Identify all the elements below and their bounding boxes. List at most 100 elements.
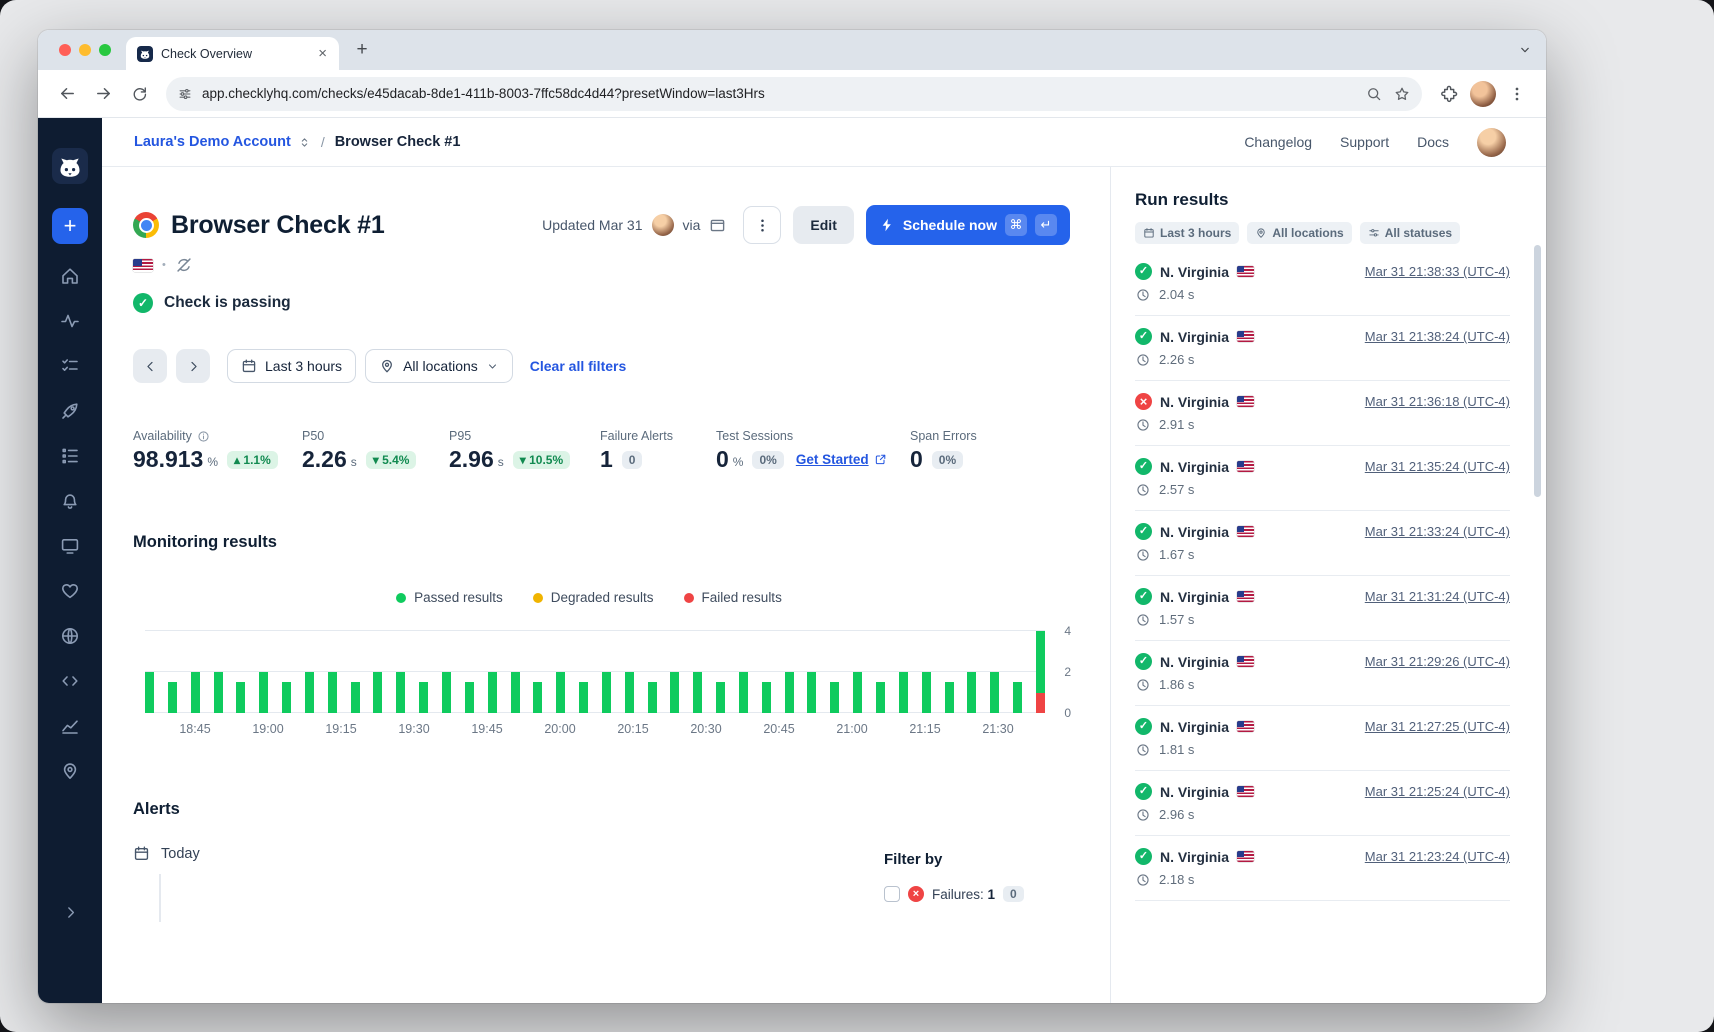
info-icon[interactable] [197,430,210,443]
run-result-row[interactable]: ✓N. VirginiaMar 31 21:33:24 (UTC-4)1.67 … [1135,511,1510,576]
run-timestamp-link[interactable]: Mar 31 21:33:24 (UTC-4) [1365,524,1510,539]
result-bar[interactable] [556,631,565,713]
run-result-row[interactable]: ✓N. VirginiaMar 31 21:25:24 (UTC-4)2.96 … [1135,771,1510,836]
result-bar[interactable] [191,631,200,713]
user-avatar[interactable] [1477,128,1506,157]
result-bar[interactable] [214,631,223,713]
run-result-row[interactable]: ✓N. VirginiaMar 31 21:29:26 (UTC-4)1.86 … [1135,641,1510,706]
run-timestamp-link[interactable]: Mar 31 21:35:24 (UTC-4) [1365,459,1510,474]
browser-tab[interactable]: Check Overview × [126,37,339,70]
new-tab-button[interactable]: + [349,37,375,63]
edit-button[interactable]: Edit [793,206,853,244]
close-tab-icon[interactable]: × [314,44,331,63]
more-actions-button[interactable] [743,206,781,244]
fullscreen-window-button[interactable] [99,44,111,56]
run-timestamp-link[interactable]: Mar 31 21:29:26 (UTC-4) [1365,654,1510,669]
result-bar[interactable] [396,631,405,713]
result-bar[interactable] [967,631,976,713]
sidebar-item-rocket-icon[interactable] [60,401,80,421]
run-result-row[interactable]: ×N. VirginiaMar 31 21:36:18 (UTC-4)2.91 … [1135,381,1510,446]
result-bar[interactable] [990,631,999,713]
zoom-icon[interactable] [1366,86,1382,102]
run-result-row[interactable]: ✓N. VirginiaMar 31 21:23:24 (UTC-4)2.18 … [1135,836,1510,901]
failures-checkbox[interactable] [884,886,900,902]
result-bar[interactable] [1036,631,1045,713]
result-bar[interactable] [807,631,816,713]
result-bar[interactable] [465,631,474,713]
run-result-row[interactable]: ✓N. VirginiaMar 31 21:27:25 (UTC-4)1.81 … [1135,706,1510,771]
sidebar-item-home-icon[interactable] [60,266,80,286]
result-bar[interactable] [373,631,382,713]
nav-changelog[interactable]: Changelog [1244,134,1312,150]
minimize-window-button[interactable] [79,44,91,56]
next-window-button[interactable] [176,349,210,383]
result-bar[interactable] [579,631,588,713]
run-result-row[interactable]: ✓N. VirginiaMar 31 21:38:24 (UTC-4)2.26 … [1135,316,1510,381]
result-bar[interactable] [876,631,885,713]
browser-profile-avatar[interactable] [1470,81,1496,107]
result-bar[interactable] [442,631,451,713]
nav-support[interactable]: Support [1340,134,1389,150]
result-bar[interactable] [830,631,839,713]
site-settings-icon[interactable] [178,87,192,101]
result-bar[interactable] [488,631,497,713]
result-bar[interactable] [716,631,725,713]
schedule-now-button[interactable]: Schedule now ⌘ ↵ [866,205,1070,245]
close-window-button[interactable] [59,44,71,56]
run-result-row[interactable]: ✓N. VirginiaMar 31 21:31:24 (UTC-4)1.57 … [1135,576,1510,641]
run-timestamp-link[interactable]: Mar 31 21:38:24 (UTC-4) [1365,329,1510,344]
time-range-filter[interactable]: Last 3 hours [227,349,356,383]
run-timestamp-link[interactable]: Mar 31 21:36:18 (UTC-4) [1365,394,1510,409]
sidebar-item-location-icon[interactable] [60,761,80,781]
run-result-row[interactable]: ✓N. VirginiaMar 31 21:35:24 (UTC-4)2.57 … [1135,446,1510,511]
result-bar[interactable] [762,631,771,713]
result-bar[interactable] [419,631,428,713]
result-bar[interactable] [648,631,657,713]
result-bar[interactable] [236,631,245,713]
result-bar[interactable] [602,631,611,713]
run-timestamp-link[interactable]: Mar 31 21:38:33 (UTC-4) [1365,264,1510,279]
result-bar[interactable] [739,631,748,713]
result-bar[interactable] [922,631,931,713]
sidebar-item-code-icon[interactable] [60,671,80,691]
failures-filter-row[interactable]: × Failures: 1 0 [884,886,1070,902]
result-bar[interactable] [899,631,908,713]
forward-button[interactable] [88,79,118,109]
result-bar[interactable] [511,631,520,713]
result-bar[interactable] [328,631,337,713]
panel-scrollbar-thumb[interactable] [1534,245,1541,497]
clear-filters-link[interactable]: Clear all filters [530,358,627,374]
run-timestamp-link[interactable]: Mar 31 21:31:24 (UTC-4) [1365,589,1510,604]
extensions-icon[interactable] [1434,79,1464,109]
sidebar-item-checklist-icon[interactable] [60,356,80,376]
sidebar-item-heartbeat-icon[interactable] [60,581,80,601]
result-bar[interactable] [693,631,702,713]
reload-button[interactable] [124,79,154,109]
bookmark-star-icon[interactable] [1394,86,1410,102]
sidebar-item-list-icon[interactable] [60,446,80,466]
run-timestamp-link[interactable]: Mar 31 21:23:24 (UTC-4) [1365,849,1510,864]
result-bar[interactable] [145,631,154,713]
result-bar[interactable] [305,631,314,713]
run-timestamp-link[interactable]: Mar 31 21:25:24 (UTC-4) [1365,784,1510,799]
result-bar[interactable] [785,631,794,713]
result-bar[interactable] [1013,631,1022,713]
sidebar-item-chart-icon[interactable] [60,716,80,736]
browser-menu-icon[interactable] [1502,79,1532,109]
checkly-logo[interactable] [52,148,88,184]
sidebar-expand-icon[interactable] [62,904,79,921]
result-bar[interactable] [259,631,268,713]
run-timestamp-link[interactable]: Mar 31 21:27:25 (UTC-4) [1365,719,1510,734]
address-bar[interactable]: app.checklyhq.com/checks/e45dacab-8de1-4… [166,77,1422,111]
tab-list-chevron-icon[interactable] [1518,43,1532,57]
result-bar[interactable] [625,631,634,713]
sidebar-item-activity-icon[interactable] [60,311,80,331]
sidebar-item-bell-icon[interactable] [60,491,80,511]
nav-docs[interactable]: Docs [1417,134,1449,150]
account-switcher[interactable]: Laura's Demo Account [134,134,311,150]
create-new-button[interactable]: + [52,208,88,244]
sidebar-item-globe-icon[interactable] [60,626,80,646]
result-bar[interactable] [282,631,291,713]
result-bar[interactable] [853,631,862,713]
back-button[interactable] [52,79,82,109]
